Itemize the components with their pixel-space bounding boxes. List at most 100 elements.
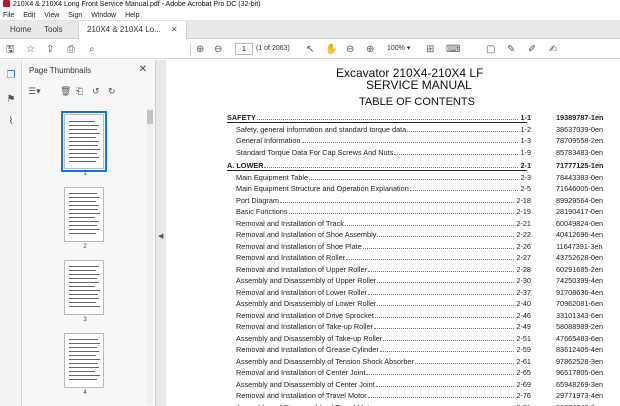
- toc-entry[interactable]: Main Equipment Table 2-3 78443383-0en: [227, 172, 620, 183]
- toc-entry[interactable]: Assembly and Disassembly of Tension Shoc…: [227, 356, 620, 367]
- tab-tools[interactable]: Tools: [36, 21, 71, 39]
- keyboard-icon[interactable]: ⌨: [446, 43, 460, 56]
- panel-splitter[interactable]: ◀: [156, 60, 166, 406]
- page-fit-icon[interactable]: ⊞: [426, 43, 434, 56]
- toc-entry[interactable]: Assembly and Disassembly of Upper Roller…: [227, 275, 620, 286]
- thumbnail-page-number: 1: [83, 171, 87, 177]
- thumbnail-page[interactable]: [64, 333, 104, 388]
- toc-entry-page: 2-28: [516, 264, 531, 274]
- menu-file[interactable]: File: [3, 12, 14, 19]
- sign-icon[interactable]: ✍: [549, 43, 557, 56]
- toc-entry[interactable]: A. LOWER 2-1 71777125-1en: [227, 160, 620, 171]
- page-number-input[interactable]: [235, 43, 253, 55]
- toc-entry[interactable]: Removal and Installation of Track 2-21 600…: [227, 218, 620, 229]
- toc-leader-dots: [375, 310, 514, 318]
- tab-document[interactable]: 210X4 & 210X4 Lo... ✕: [78, 21, 187, 40]
- toc-entry[interactable]: Removal and Installation of Center Joint…: [227, 367, 620, 378]
- toc-entry[interactable]: Removal and Installation of Shoe Plate 2-…: [227, 241, 620, 252]
- previous-page-icon[interactable]: ⊕: [196, 43, 204, 56]
- toc-entry-page: 2-40: [516, 299, 531, 308]
- toc-entry-page: 2-46: [516, 310, 531, 320]
- toc-entry[interactable]: Port Diagram 2-18 89929564-0en: [227, 195, 620, 206]
- delete-page-icon[interactable]: 🗑: [60, 84, 71, 98]
- toc-entry[interactable]: Assembly and Disassembly of Center Joint…: [227, 379, 620, 390]
- bookmark-star-icon[interactable]: ☆: [26, 43, 35, 56]
- toc-entry[interactable]: Removal and Installation of Upper Roller…: [227, 264, 620, 275]
- rotate-right-icon[interactable]: ↻: [108, 84, 116, 98]
- toc-entry-code: 38637039-0en: [556, 124, 604, 134]
- tab-home[interactable]: Home: [2, 21, 39, 39]
- toc-entry[interactable]: General Information 1-3 78709558-2en: [227, 135, 620, 146]
- toc-leader-dots: [346, 252, 514, 260]
- toc-entry[interactable]: Assembly and Disassembly of Lower Roller…: [227, 298, 620, 309]
- page-thumbnails-icon[interactable]: ❐: [5, 70, 17, 82]
- bookmarks-icon[interactable]: ⚑: [5, 94, 17, 106]
- toc-entry-title: SAFETY: [227, 113, 256, 122]
- toc-entry[interactable]: Assembly and Disassembly of Travel Motor…: [227, 402, 620, 406]
- toc-entry[interactable]: Removal and Installation of Shoe Assembl…: [227, 229, 620, 240]
- upload-icon[interactable]: ⇪: [46, 43, 54, 56]
- toc-entry-code: 47665483-6en: [556, 333, 604, 343]
- toc-leader-dots: [377, 298, 514, 306]
- close-tab-icon[interactable]: ✕: [171, 25, 178, 34]
- options-menu-icon[interactable]: ☰▾: [28, 84, 41, 98]
- toc-entry-page: 2-81: [516, 402, 531, 406]
- zoom-out-icon[interactable]: ⊖: [346, 43, 354, 56]
- toc-entry[interactable]: Standard Torque Data For Cap Screws And …: [227, 147, 620, 158]
- toc-entry[interactable]: Safety, general information and standard…: [227, 124, 620, 135]
- select-cursor-icon[interactable]: ↖: [306, 43, 314, 56]
- next-page-icon[interactable]: ⊖: [214, 43, 222, 56]
- toc-entry[interactable]: Removal and Installation of Grease Cylin…: [227, 344, 620, 355]
- toc-entry-code: 89929564-0en: [556, 195, 604, 205]
- toc-entry-title: Assembly and Disassembly of Lower Roller: [236, 299, 377, 308]
- toc-entry-page: 2-61: [516, 356, 531, 366]
- toc-entry[interactable]: Removal and Installation of Take-up Roll…: [227, 321, 620, 332]
- toc-entry-title: Removal and Installation of Center Joint: [236, 368, 366, 377]
- toc-entry-title: Removal and Installation of Grease Cylin…: [236, 345, 379, 354]
- tab-document-label: 210X4 & 210X4 Lo...: [87, 25, 161, 34]
- toc-entry[interactable]: Removal and Installation of Travel Motor…: [227, 390, 620, 401]
- window-title: 210X4 & 210X4 Long Front Service Manual.…: [13, 1, 261, 8]
- toc-entry-title: Removal and Installation of Take-up Roll…: [236, 322, 373, 331]
- thumbnail-page[interactable]: [64, 187, 104, 242]
- toc-entry[interactable]: Main Equipment Structure and Operation E…: [227, 183, 620, 194]
- toc-entry[interactable]: SAFETY 1-1 19389787-1en: [227, 112, 620, 123]
- toc-entry-title: Assembly and Disassembly of Upper Roller: [236, 276, 377, 285]
- toc-leader-dots: [407, 124, 518, 132]
- toc-entry-title: Removal and Installation of Drive Sprock…: [236, 310, 374, 320]
- print-icon[interactable]: ⎙: [67, 43, 75, 56]
- comment-icon[interactable]: ▢: [486, 43, 495, 56]
- save-icon[interactable]: 🖫: [6, 43, 15, 56]
- attachments-icon[interactable]: ⌇: [5, 116, 17, 128]
- rotate-left-icon[interactable]: ↺: [92, 84, 100, 98]
- thumbnail-scrollbar[interactable]: [147, 108, 153, 404]
- thumbnail-page[interactable]: [61, 111, 107, 172]
- menu-edit[interactable]: Edit: [23, 12, 35, 19]
- thumbnail-page-number: 3: [83, 317, 87, 323]
- toc-entry[interactable]: Basic Functions 2-19 28190417-0en: [227, 206, 620, 217]
- toc-entry[interactable]: Assembly and Disassembly of Take-up Roll…: [227, 333, 620, 344]
- toc-entry-title: Removal and Installation of Shoe Plate: [236, 241, 362, 251]
- zoom-in-icon[interactable]: ⊕: [366, 43, 374, 56]
- highlight-pen-icon[interactable]: ✎: [507, 43, 515, 56]
- collapse-panel-icon[interactable]: ◀: [158, 232, 163, 240]
- toc-heading: TABLE OF CONTENTS: [359, 96, 475, 108]
- hand-tool-icon[interactable]: ✋: [325, 43, 337, 56]
- document-view[interactable]: Excavator 210X4-210X4 LF SERVICE MANUAL …: [166, 60, 620, 406]
- toc-entry[interactable]: Removal and Installation of Roller 2-27 43…: [227, 252, 620, 263]
- thumbnail-page[interactable]: [64, 260, 104, 315]
- insert-page-icon[interactable]: ⎗: [76, 84, 83, 98]
- scrollbar-thumb[interactable]: [147, 110, 153, 124]
- toc-entry[interactable]: Removal and Installation of Lower Roller…: [227, 287, 620, 298]
- menu-help[interactable]: Help: [125, 12, 139, 19]
- menu-window[interactable]: Window: [91, 12, 116, 19]
- menu-sign[interactable]: Sign: [68, 12, 82, 19]
- draw-pencil-icon[interactable]: ✐: [528, 43, 536, 56]
- search-icon[interactable]: ⌕: [89, 43, 95, 56]
- toc-entry-page: 2-18: [516, 195, 531, 205]
- menu-view[interactable]: View: [44, 12, 59, 19]
- toc-entry-page: 2-59: [516, 345, 531, 354]
- zoom-level-dropdown[interactable]: 100% ▾: [383, 43, 415, 55]
- close-panel-icon[interactable]: ✕: [139, 64, 147, 75]
- toc-entry[interactable]: Removal and Installation of Drive Sprock…: [227, 310, 620, 321]
